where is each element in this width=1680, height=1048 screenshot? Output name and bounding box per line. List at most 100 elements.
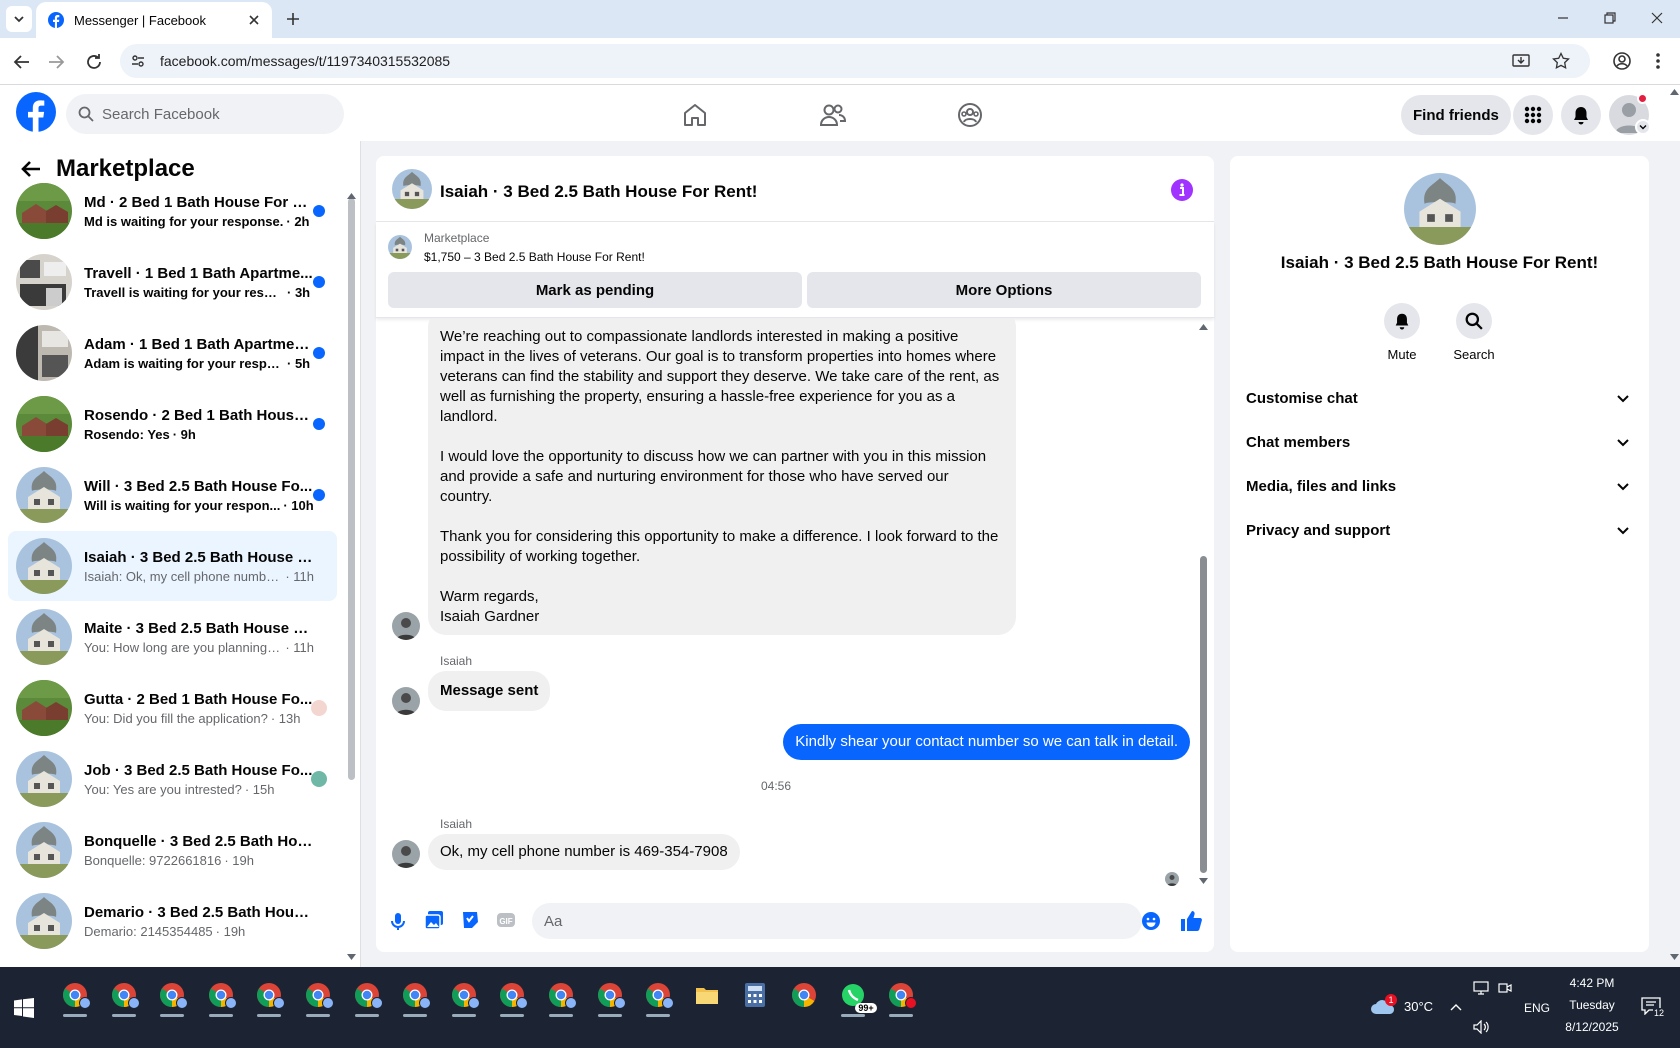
restore-icon[interactable] [1604, 12, 1616, 24]
taskbar-calculator-app[interactable] [735, 975, 775, 1015]
sidebar-scrollbar[interactable] [348, 198, 355, 780]
scroll-up-icon[interactable] [347, 193, 356, 199]
meet-icon[interactable] [1498, 981, 1512, 995]
taskbar-chrome-profile-app[interactable] [395, 975, 435, 1017]
taskbar-chrome-profile-app[interactable] [590, 975, 630, 1017]
minimize-icon[interactable] [1557, 12, 1569, 24]
conversation-item[interactable]: Demario · 3 Bed 2.5 Bath House ... Demari… [8, 886, 337, 956]
address-bar[interactable]: facebook.com/messages/t/1197340315532085 [120, 44, 1590, 78]
menu-button[interactable] [1513, 95, 1553, 135]
scroll-down-icon[interactable] [1199, 878, 1208, 884]
message-input[interactable] [532, 903, 1142, 939]
chat-title[interactable]: Isaiah · 3 Bed 2.5 Bath House For Rent! [440, 182, 757, 202]
taskbar-chrome-profile-app[interactable] [541, 975, 581, 1017]
taskbar-chrome-profile-app[interactable] [201, 975, 241, 1017]
profile-icon[interactable] [1612, 51, 1632, 71]
sender-avatar[interactable] [392, 687, 420, 715]
gif-icon[interactable]: GIF [496, 910, 516, 930]
nav-friends[interactable] [777, 95, 889, 135]
details-section-row[interactable]: Chat members [1246, 422, 1636, 462]
forward-arrow-icon[interactable] [46, 52, 66, 72]
taskbar-chrome-profile-app[interactable] [55, 975, 95, 1017]
mute-button[interactable]: Mute [1383, 303, 1421, 362]
site-info-icon[interactable] [130, 53, 146, 69]
mark-as-pending-button[interactable]: Mark as pending [388, 272, 802, 308]
close-icon[interactable] [248, 14, 260, 26]
conversation-item[interactable]: Job · 3 Bed 2.5 Bath House Fo... You: Yes… [8, 744, 337, 814]
browser-menu-icon[interactable] [1650, 51, 1666, 71]
page-scrollbar-up[interactable] [1670, 89, 1679, 95]
volume-icon[interactable] [1473, 1020, 1491, 1034]
search-input[interactable] [102, 105, 322, 123]
facebook-search[interactable] [66, 94, 344, 134]
scroll-up-icon[interactable] [1199, 324, 1208, 330]
conversation-item[interactable]: Bonquelle · 3 Bed 2.5 Bath Hous... Bonque… [8, 815, 337, 885]
listing-price-title[interactable]: $1,750 – 3 Bed 2.5 Bath House For Rent! [424, 250, 645, 264]
thumbs-up-icon[interactable] [1179, 909, 1203, 933]
search-in-conversation-button[interactable]: Search [1453, 303, 1495, 362]
conversation-item[interactable]: Maite · 3 Bed 2.5 Bath House Fo... You: H… [8, 602, 337, 672]
clock[interactable]: 4:42 PM Tuesday 8/12/2025 [1552, 976, 1632, 1034]
taskbar-chrome-profile-app[interactable] [152, 975, 192, 1017]
conversation-item[interactable]: Travell · 1 Bed 1 Bath Apartme... Travell… [8, 247, 337, 317]
tab-search-button[interactable] [6, 6, 32, 32]
conversation-item[interactable]: Rosendo · 2 Bed 1 Bath House ... Rosendo:… [8, 389, 337, 459]
network-icon[interactable] [1473, 981, 1489, 995]
sender-avatar[interactable] [392, 840, 420, 868]
photo-icon[interactable] [424, 910, 444, 930]
conversation-item[interactable]: Will · 3 Bed 2.5 Bath House Fo... Will is… [8, 460, 337, 530]
windows-start-icon[interactable] [14, 998, 34, 1018]
microphone-icon[interactable] [388, 911, 408, 931]
conversation-item[interactable]: Adam · 1 Bed 1 Bath Apartmen... Adam is w… [8, 318, 337, 388]
nav-home[interactable] [639, 95, 751, 135]
details-section-row[interactable]: Privacy and support [1246, 510, 1636, 550]
find-friends-button[interactable]: Find friends [1401, 95, 1511, 135]
taskbar-chrome-profile-app[interactable] [298, 975, 338, 1017]
conversation-item[interactable]: Md · 2 Bed 1 Bath House For R... Md is wa… [8, 176, 337, 246]
nav-groups[interactable] [914, 95, 1026, 135]
conversation-info-button[interactable] [1171, 179, 1193, 201]
message-bubble[interactable]: Ok, my cell phone number is 469-354-7908 [428, 834, 740, 870]
account-chevron[interactable] [1635, 119, 1651, 135]
taskbar-file-explorer-app[interactable] [687, 975, 727, 1015]
weather-widget[interactable]: 30°C [1370, 996, 1433, 1016]
back-arrow-icon[interactable] [12, 52, 32, 72]
page-scrollbar-down[interactable] [1670, 954, 1679, 960]
taskbar-chrome-app[interactable] [784, 975, 824, 1015]
taskbar-chrome-profile-app[interactable] [249, 975, 289, 1017]
conversation-item[interactable]: Isaiah · 3 Bed 2.5 Bath House Fo... Isaia… [8, 531, 337, 601]
details-section-row[interactable]: Media, files and links [1246, 466, 1636, 506]
more-options-button[interactable]: More Options [807, 272, 1201, 308]
message-bubble-long[interactable]: We’re reaching out to compassionate land… [428, 319, 1016, 635]
scroll-down-icon[interactable] [347, 954, 356, 960]
facebook-logo-icon[interactable] [16, 92, 56, 132]
emoji-icon[interactable] [1141, 911, 1161, 931]
chat-header-avatar[interactable] [392, 169, 432, 209]
browser-tab[interactable]: Messenger | Facebook [36, 2, 272, 38]
sticker-icon[interactable] [460, 910, 480, 930]
taskbar-chrome-profile-app[interactable] [444, 975, 484, 1017]
taskbar-chrome-profile-app[interactable] [638, 975, 678, 1017]
message-textbox[interactable] [544, 912, 1104, 930]
taskbar-chrome-profile-app[interactable] [492, 975, 532, 1017]
taskbar-chrome-profile-app[interactable] [104, 975, 144, 1017]
outgoing-message-bubble[interactable]: Kindly shear your contact number so we c… [783, 724, 1190, 760]
details-avatar[interactable] [1404, 173, 1476, 245]
sender-avatar[interactable] [392, 612, 420, 640]
bookmark-star-icon[interactable] [1552, 52, 1570, 70]
language-indicator[interactable]: ENG [1524, 1001, 1550, 1015]
tray-chevron-up-icon[interactable] [1450, 1003, 1462, 1011]
new-tab-button[interactable] [282, 8, 304, 30]
conversation-item[interactable]: Gutta · 2 Bed 1 Bath House Fo... You: Did… [8, 673, 337, 743]
listing-thumbnail[interactable] [388, 235, 412, 259]
message-bubble[interactable]: Message sent [428, 671, 551, 711]
reload-icon[interactable] [84, 52, 104, 72]
window-close-icon[interactable] [1651, 12, 1663, 24]
taskbar-chrome-badge-app[interactable] [881, 975, 921, 1017]
notifications-button[interactable] [1561, 95, 1601, 135]
thread-scrollbar[interactable] [1200, 556, 1207, 873]
install-app-icon[interactable] [1512, 52, 1530, 70]
taskbar-chrome-profile-app[interactable] [347, 975, 387, 1017]
taskbar-whatsapp-app[interactable]: 99+ [833, 975, 877, 1017]
details-section-row[interactable]: Customise chat [1246, 378, 1636, 418]
